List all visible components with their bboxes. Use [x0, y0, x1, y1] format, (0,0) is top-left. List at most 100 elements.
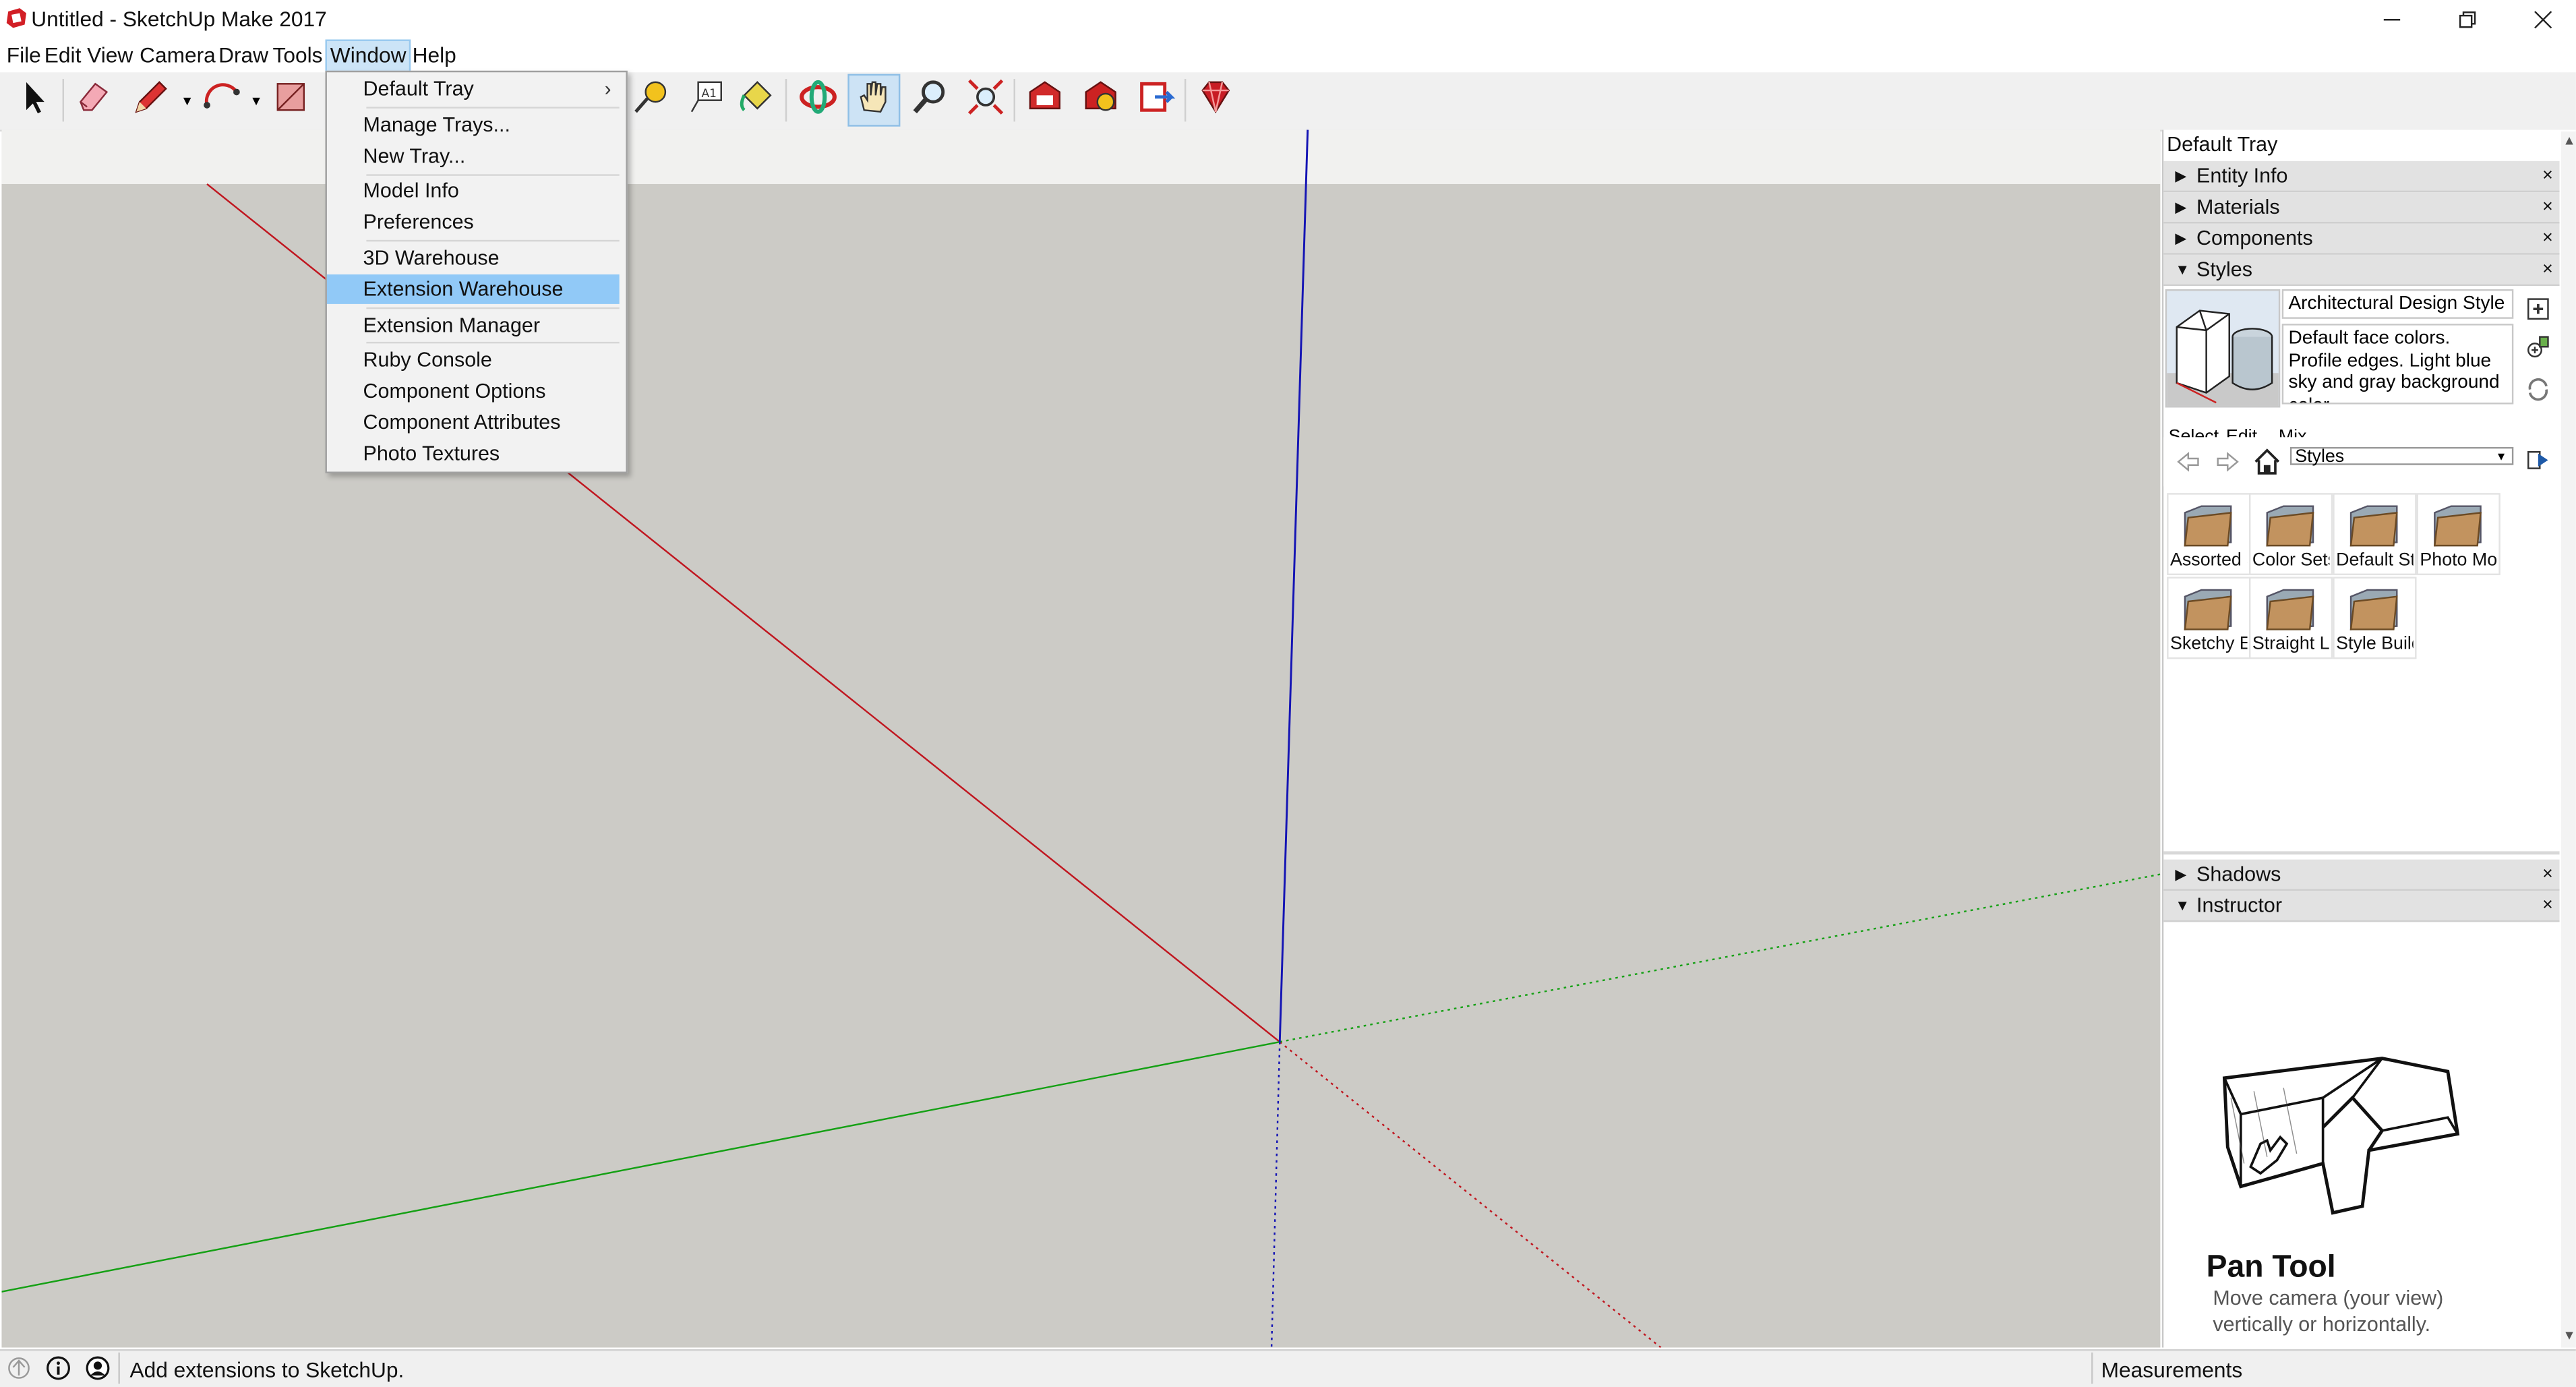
select-tool-button[interactable] — [7, 74, 59, 127]
style-folder-sketchy-edges[interactable]: Sketchy Edges — [2167, 577, 2251, 659]
back-arrow-icon[interactable] — [2175, 448, 2201, 483]
folder-icon — [2266, 589, 2314, 630]
menu-separator — [366, 341, 620, 344]
style-folder-color-sets[interactable]: Color Sets — [2248, 493, 2333, 576]
credits-info-icon[interactable] — [46, 1356, 71, 1387]
user-account-icon[interactable] — [86, 1356, 111, 1387]
geo-location-icon[interactable] — [7, 1356, 32, 1387]
blue-axis-dotted — [1270, 1042, 1281, 1348]
arc-tool-button[interactable] — [196, 74, 248, 127]
pan-icon — [853, 75, 895, 126]
pan-tool-button[interactable] — [847, 73, 901, 127]
forward-arrow-icon[interactable] — [2215, 448, 2241, 483]
style-name-field[interactable]: Architectural Design Style — [2281, 289, 2514, 319]
style-folder-style-builder[interactable]: Style Builder Competition Winners — [2333, 577, 2417, 659]
panel-header-instructor[interactable]: ▼ Instructor × — [2163, 890, 2560, 922]
menu-item-model-info[interactable]: Model Info — [327, 176, 620, 206]
menu-file[interactable]: File — [3, 41, 44, 71]
menu-item-new-tray[interactable]: New Tray... — [327, 142, 620, 171]
rectangle-tool-button[interactable] — [264, 74, 317, 127]
create-style-icon[interactable] — [2525, 296, 2551, 330]
send-to-layout-button[interactable] — [1131, 74, 1183, 127]
menu-tools[interactable]: Tools — [270, 41, 326, 71]
close-panel-icon[interactable]: × — [2542, 891, 2553, 920]
update-style-icon[interactable] — [2525, 334, 2551, 368]
folder-icon — [2266, 505, 2314, 547]
menu-help[interactable]: Help — [409, 41, 460, 71]
style-description-field[interactable]: Default face colors. Profile edges. Ligh… — [2281, 324, 2514, 405]
close-button[interactable] — [2505, 0, 2576, 39]
svg-text:A1: A1 — [702, 86, 717, 100]
style-folder-default-styles[interactable]: Default Styles — [2333, 493, 2417, 576]
tray-title: Default Tray — [2167, 133, 2278, 156]
menu-camera[interactable]: Camera — [136, 41, 218, 71]
orbit-tool-button[interactable] — [792, 74, 845, 127]
minimize-button[interactable] — [2354, 0, 2430, 39]
styles-panel-resize-handle[interactable] — [2163, 851, 2560, 855]
style-folder-photo-modeling[interactable]: Photo Modeling — [2416, 493, 2500, 576]
tape-measure-tool-button[interactable] — [624, 74, 677, 127]
menu-item-manage-trays[interactable]: Manage Trays... — [327, 110, 620, 140]
restore-button[interactable] — [2430, 0, 2505, 39]
close-panel-icon[interactable]: × — [2542, 161, 2553, 191]
ruby-console-button[interactable] — [1189, 74, 1242, 127]
menu-item-component-attributes[interactable]: Component Attributes — [327, 407, 620, 437]
zoom-icon — [909, 75, 951, 126]
3d-warehouse-button[interactable] — [1019, 74, 1071, 127]
folder-label: Straight Lines — [2252, 634, 2330, 655]
arc-dropdown-arrow-icon[interactable]: ▼ — [249, 94, 262, 109]
folder-label: Color Sets — [2252, 550, 2330, 570]
chevron-down-icon: ▼ — [2495, 452, 2507, 464]
details-arrow-icon[interactable] — [2525, 447, 2551, 481]
text-tool-button[interactable]: A1 — [680, 74, 733, 127]
close-panel-icon[interactable]: × — [2542, 255, 2553, 285]
folder-icon — [2184, 505, 2232, 547]
menu-view[interactable]: View — [84, 41, 136, 71]
panel-header-shadows[interactable]: ▶ Shadows × — [2163, 859, 2560, 891]
style-folder-assorted[interactable]: Assorted Styles — [2167, 493, 2251, 576]
menu-item-default-tray[interactable]: Default Tray — [327, 74, 620, 104]
pencil-tool-button[interactable] — [125, 74, 177, 127]
refresh-icon[interactable] — [2525, 376, 2551, 411]
measurements-input[interactable] — [2250, 1352, 2563, 1384]
eraser-tool-button[interactable] — [67, 74, 120, 127]
menu-item-component-options[interactable]: Component Options — [327, 376, 620, 406]
close-panel-icon[interactable]: × — [2542, 192, 2553, 222]
blue-axis-solid — [1278, 129, 1309, 1042]
scroll-down-icon[interactable]: ▼ — [2563, 1328, 2575, 1342]
menu-item-extension-warehouse[interactable]: Extension Warehouse — [326, 274, 620, 304]
tray-scrollbar[interactable] — [2560, 131, 2576, 1348]
ruby-icon — [1195, 75, 1237, 126]
panel-header-styles[interactable]: ▼ Styles × — [2163, 254, 2560, 287]
menu-window[interactable]: Window — [325, 39, 411, 73]
expanded-arrow-icon: ▼ — [2175, 897, 2190, 914]
panel-header-materials[interactable]: ▶ Materials × — [2163, 192, 2560, 224]
rectangle-icon — [270, 75, 312, 126]
pencil-dropdown-arrow-icon[interactable]: ▼ — [181, 94, 193, 109]
menu-item-3d-warehouse[interactable]: 3D Warehouse — [327, 243, 620, 273]
status-message: Add extensions to SketchUp. — [129, 1357, 405, 1382]
menu-item-preferences[interactable]: Preferences — [327, 207, 620, 237]
styles-library-select[interactable]: Styles ▼ — [2289, 446, 2514, 466]
zoom-extents-icon — [964, 75, 1007, 126]
panel-header-entity-info[interactable]: ▶ Entity Info × — [2163, 160, 2560, 193]
close-panel-icon[interactable]: × — [2542, 223, 2553, 253]
menu-edit[interactable]: Edit — [41, 41, 84, 71]
folder-icon — [2184, 589, 2232, 630]
menu-item-ruby-console[interactable]: Ruby Console — [327, 345, 620, 375]
menu-item-extension-manager[interactable]: Extension Manager — [327, 311, 620, 341]
menu-draw[interactable]: Draw — [215, 41, 272, 71]
zoom-tool-button[interactable] — [903, 74, 956, 127]
title-bar — [0, 0, 2576, 40]
panel-header-components[interactable]: ▶ Components × — [2163, 223, 2560, 255]
menu-item-photo-textures[interactable]: Photo Textures — [327, 439, 620, 469]
style-folder-straight-lines[interactable]: Straight Lines — [2248, 577, 2333, 659]
paint-bucket-tool-button[interactable] — [729, 74, 782, 127]
paint-bucket-icon — [734, 75, 777, 126]
home-icon[interactable] — [2252, 447, 2282, 485]
extension-warehouse-icon — [1079, 75, 1122, 126]
scroll-up-icon[interactable]: ▲ — [2563, 133, 2575, 148]
zoom-extents-tool-button[interactable] — [959, 74, 1012, 127]
close-panel-icon[interactable]: × — [2542, 860, 2553, 889]
extension-warehouse-button[interactable] — [1075, 74, 1127, 127]
